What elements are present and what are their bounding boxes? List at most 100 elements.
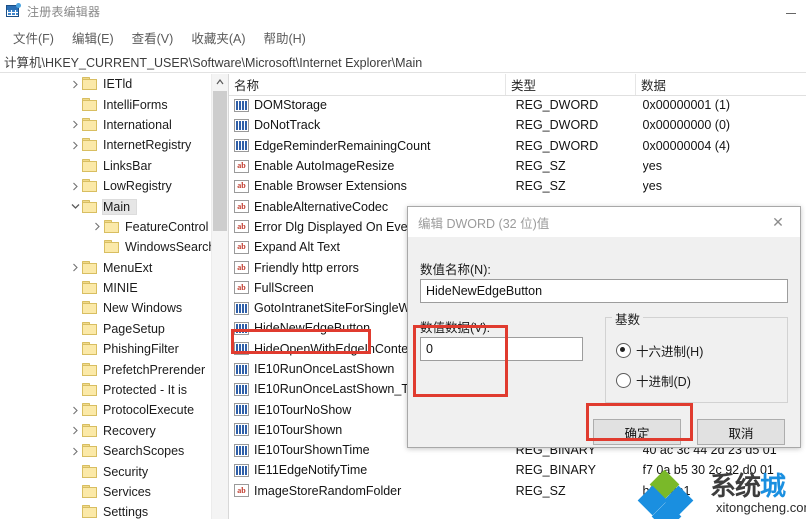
tree-item-label: Protected - It is [103, 383, 188, 398]
tree-item-label: MINIE [103, 281, 138, 296]
tree-item-new-windows[interactable]: New Windows [0, 298, 212, 318]
tree-item-protocolexecute[interactable]: ProtocolExecute [0, 400, 212, 420]
tree-item-internetregistry[interactable]: InternetRegistry [0, 135, 212, 155]
chevron-right-icon[interactable] [68, 115, 82, 135]
string-value-icon: ab [234, 261, 249, 275]
tree-item-main[interactable]: Main [0, 196, 212, 216]
table-row[interactable]: EdgeReminderRemainingCount REG_DWORD 0x000… [229, 136, 806, 156]
folder-icon [82, 179, 99, 193]
tree-expander-empty [68, 360, 82, 380]
ok-button[interactable]: 确定 [593, 419, 681, 445]
chevron-right-icon[interactable] [68, 400, 82, 420]
tree-item-minie[interactable]: MINIE [0, 278, 212, 298]
tree-item-international[interactable]: International [0, 115, 212, 135]
table-row[interactable]: DOMStorage REG_DWORD 0x00000001 (1) [229, 95, 806, 115]
dword-value-icon [234, 382, 249, 396]
tree-item-protected-it-is[interactable]: Protected - It is [0, 380, 212, 400]
value-data-cell: f7 0a b5 30 2c 92 d0 01 [642, 463, 774, 478]
folder-icon [82, 199, 99, 214]
menu-view[interactable]: 查看(V) [123, 26, 183, 49]
tree-item-settings[interactable]: Settings [0, 502, 212, 519]
tree-item-recovery[interactable]: Recovery [0, 421, 212, 441]
tree-item-prefetchprerender[interactable]: PrefetchPrerender [0, 359, 212, 379]
tree-item-intelliforms[interactable]: IntelliForms [0, 94, 212, 114]
tree-item-lowregistry[interactable]: LowRegistry [0, 176, 212, 196]
tree-expander-empty [68, 462, 82, 482]
cancel-button[interactable]: 取消 [697, 419, 785, 445]
tree-item-label: Main [101, 198, 138, 215]
tree-scrollbar-thumb[interactable] [213, 91, 227, 231]
folder-icon [82, 403, 99, 417]
folder-icon [82, 485, 99, 499]
minimize-button[interactable] [776, 0, 806, 22]
tree-item-label: ProtocolExecute [103, 403, 195, 418]
menu-edit[interactable]: 编辑(E) [63, 26, 123, 49]
value-type-cell: REG_DWORD [515, 98, 599, 113]
menu-help[interactable]: 帮助(H) [254, 26, 314, 49]
tree-item-linksbar[interactable]: LinksBar [0, 156, 212, 176]
close-icon[interactable]: ✕ [756, 207, 800, 237]
value-name-cell: EdgeReminderRemainingCount [254, 138, 431, 153]
chevron-right-icon[interactable] [68, 74, 82, 94]
base-group [605, 317, 788, 403]
table-row[interactable]: ab ImageStoreRandomFolder REG_SZ h26x2n1 [229, 481, 806, 501]
tree-item-windowssearch[interactable]: WindowsSearch [0, 237, 212, 257]
folder-icon [82, 281, 99, 295]
registry-tree[interactable]: IETld IntelliForms International InternetRe… [0, 74, 212, 519]
chevron-right-icon[interactable] [68, 176, 82, 196]
tree-expander-empty [68, 482, 82, 502]
tree-item-menuext[interactable]: MenuExt [0, 258, 212, 278]
scroll-up-icon[interactable] [212, 74, 228, 90]
menu-favorites[interactable]: 收藏夹(A) [182, 26, 254, 49]
tree-item-security[interactable]: Security [0, 461, 212, 481]
tree-item-label: IETld [103, 77, 133, 92]
tree-scrollbar[interactable] [211, 74, 228, 519]
dword-value-icon [234, 362, 249, 376]
value-data-cell: 0x00000001 (1) [642, 98, 731, 113]
value-name-label: 数值名称(N): [420, 263, 491, 277]
tree-item-ietld[interactable]: IETld [0, 74, 212, 94]
base-group-label: 基数 [612, 309, 644, 328]
value-name-input[interactable]: HideNewEdgeButton [420, 279, 788, 303]
window-controls [776, 0, 806, 22]
value-type-cell: REG_DWORD [515, 138, 599, 153]
tree-item-label: FeatureControl [125, 219, 209, 234]
table-row[interactable]: ab Enable Browser Extensions REG_SZ yes [229, 176, 806, 196]
value-type-cell: REG_SZ [515, 483, 566, 498]
radio-hex-label: 十六进制(H) [636, 345, 704, 359]
value-name-cell: Enable Browser Extensions [254, 179, 407, 194]
value-name-cell: DOMStorage [254, 98, 327, 113]
value-type-cell: REG_SZ [515, 159, 566, 174]
tree-item-label: Security [103, 464, 149, 479]
tree-item-searchscopes[interactable]: SearchScopes [0, 441, 212, 461]
address-bar[interactable]: 计算机\HKEY_CURRENT_USER\Software\Microsoft… [0, 50, 806, 73]
value-type-cell: REG_DWORD [515, 118, 599, 133]
tree-expander-empty [68, 278, 82, 298]
chevron-right-icon[interactable] [68, 258, 82, 278]
tree-item-label: Settings [103, 505, 149, 519]
column-header-name[interactable]: 名称 [229, 74, 506, 95]
table-row[interactable]: ab Enable AutoImageResize REG_SZ yes [229, 156, 806, 176]
tree-item-services[interactable]: Services [0, 482, 212, 502]
chevron-right-icon[interactable] [68, 441, 82, 461]
radio-hexadecimal[interactable]: 十六进制(H) [616, 341, 703, 360]
dword-value-icon [234, 463, 249, 477]
folder-icon [82, 117, 99, 132]
table-row[interactable]: IE11EdgeNotifyTime REG_BINARY f7 0a b5 30 … [229, 460, 806, 480]
tree-item-pagesetup[interactable]: PageSetup [0, 319, 212, 339]
chevron-right-icon[interactable] [68, 421, 82, 441]
radio-decimal[interactable]: 十进制(D) [616, 371, 691, 390]
chevron-right-icon[interactable] [68, 135, 82, 155]
folder-icon [104, 219, 121, 234]
column-header-data[interactable]: 数据 [636, 74, 806, 95]
chevron-right-icon[interactable] [90, 217, 104, 237]
string-value-icon: ab [234, 200, 249, 214]
table-row[interactable]: DoNotTrack REG_DWORD 0x00000000 (0) [229, 115, 806, 135]
tree-item-label: LinksBar [103, 158, 152, 173]
column-header-type[interactable]: 类型 [506, 74, 636, 95]
chevron-down-icon[interactable] [68, 197, 82, 217]
tree-item-featurecontrol[interactable]: FeatureControl [0, 217, 212, 237]
menu-file[interactable]: 文件(F) [4, 26, 63, 49]
tree-item-phishingfilter[interactable]: PhishingFilter [0, 339, 212, 359]
value-data-input[interactable]: 0 [420, 337, 583, 361]
